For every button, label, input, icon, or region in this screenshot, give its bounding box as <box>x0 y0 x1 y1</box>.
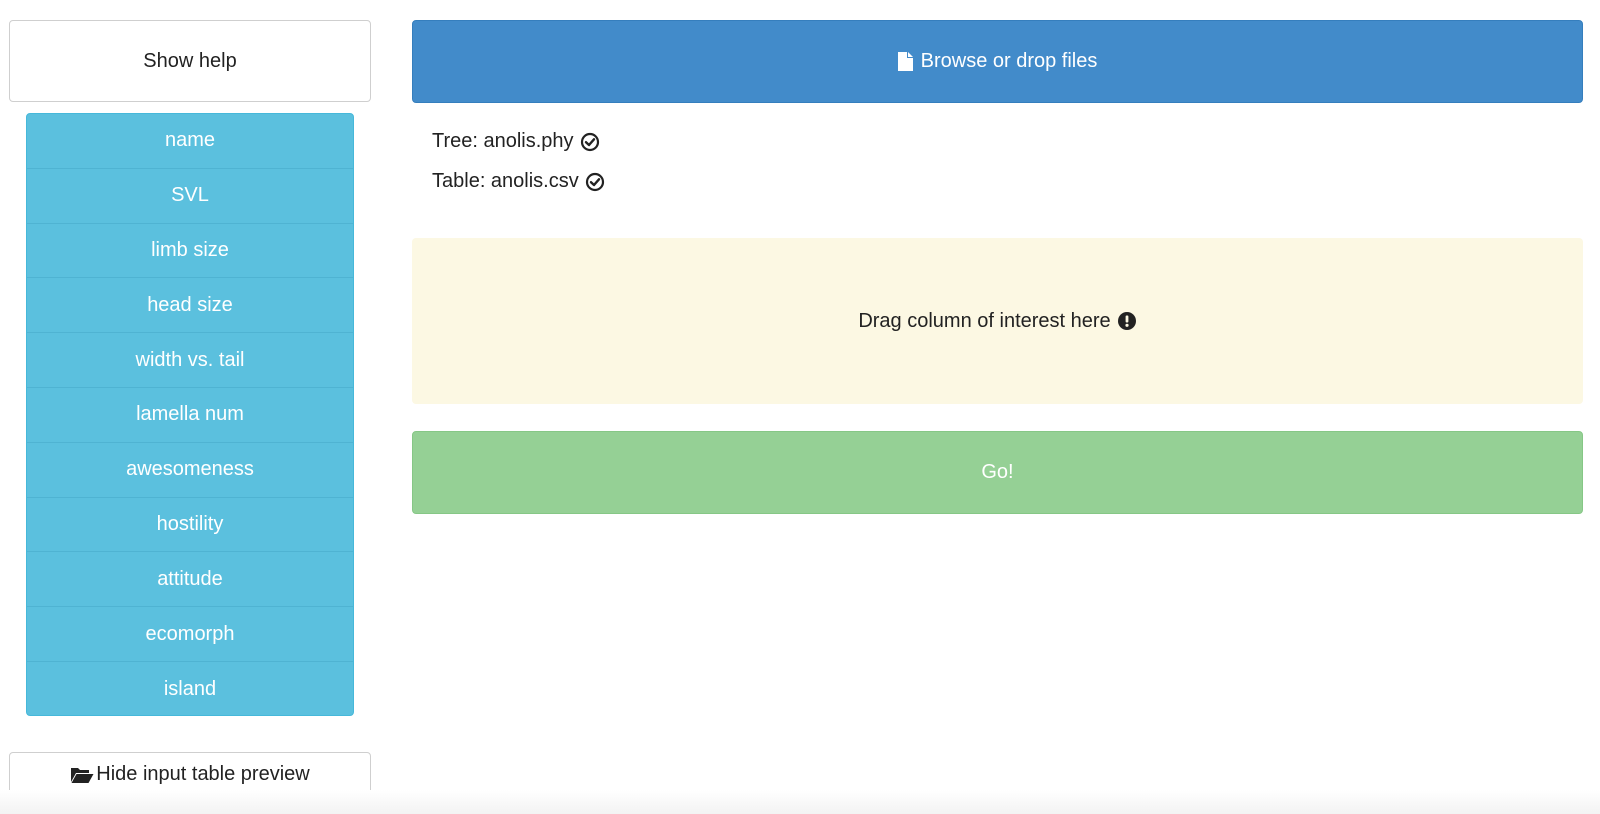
column-item-ecomorph[interactable]: ecomorph <box>27 607 353 662</box>
tree-file-label: Tree: anolis.phy <box>432 130 574 152</box>
column-item-label: ecomorph <box>145 622 235 645</box>
column-item-hostility[interactable]: hostility <box>27 498 353 553</box>
hide-preview-label: Hide input table preview <box>96 763 310 785</box>
column-item-limb-size[interactable]: limb size <box>27 224 353 279</box>
browse-files-button[interactable]: Browse or drop files <box>412 20 1583 103</box>
column-item-attitude[interactable]: attitude <box>27 552 353 608</box>
check-circle-icon <box>585 172 605 192</box>
column-item-label: lamella num <box>136 403 244 426</box>
column-item-head-size[interactable]: head size <box>27 278 353 334</box>
column-item-label: island <box>163 677 217 700</box>
tree-file-status: Tree: anolis.phy <box>432 130 600 153</box>
column-item-width-vs-tail[interactable]: width vs. tail <box>27 333 353 388</box>
column-item-label: head size <box>147 293 233 316</box>
column-item-label: width vs. tail <box>135 348 245 371</box>
hide-preview-button[interactable]: Hide input table preview <box>9 752 371 797</box>
column-item-island[interactable]: island <box>27 662 353 715</box>
drop-zone-label: Drag column of interest here <box>858 309 1111 332</box>
column-item-label: SVL <box>171 184 209 207</box>
folder-open-icon <box>70 766 94 784</box>
column-item-label: attitude <box>157 567 223 590</box>
column-item-label: hostility <box>156 512 224 535</box>
check-circle-icon <box>580 132 600 152</box>
column-item-label: awesomeness <box>126 458 254 481</box>
column-item-lamella-num[interactable]: lamella num <box>27 388 353 443</box>
go-button[interactable]: Go! <box>412 431 1583 514</box>
column-item-name[interactable]: name <box>27 114 353 169</box>
show-help-button[interactable]: Show help <box>9 20 371 102</box>
file-icon <box>897 52 913 71</box>
go-button-label: Go! <box>981 461 1014 483</box>
table-file-status: Table: anolis.csv <box>432 170 605 193</box>
column-item-awesomeness[interactable]: awesomeness <box>27 443 353 498</box>
column-item-label: name <box>164 129 216 152</box>
exclamation-circle-icon <box>1117 311 1137 331</box>
show-help-label: Show help <box>143 49 237 72</box>
browse-files-label: Browse or drop files <box>920 50 1098 72</box>
column-item-svl[interactable]: SVL <box>27 169 353 224</box>
column-item-label: limb size <box>151 238 229 261</box>
column-drop-zone[interactable]: Drag column of interest here <box>412 238 1583 404</box>
table-file-label: Table: anolis.csv <box>432 170 579 192</box>
column-list: name SVL limb size head size width vs. t… <box>26 113 354 716</box>
app-root: Show help name SVL limb size head size w… <box>0 0 1600 814</box>
